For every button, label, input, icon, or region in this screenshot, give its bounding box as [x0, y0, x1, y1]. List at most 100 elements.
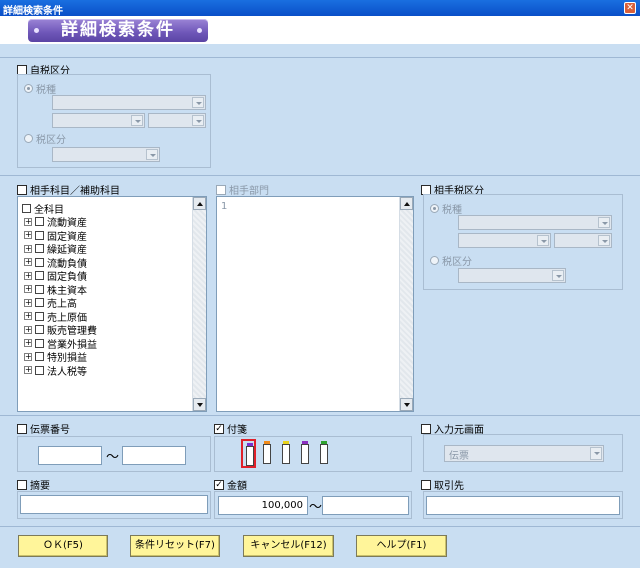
voucher-from-input[interactable]	[38, 446, 102, 465]
tree-checkbox[interactable]	[35, 311, 44, 321]
partner-tax-sub-select[interactable]	[554, 233, 612, 248]
radio-tax-class[interactable]: 税区分	[24, 131, 66, 146]
input-screen-panel: 伝票	[423, 434, 623, 472]
radio-button[interactable]	[24, 84, 33, 93]
tax-class-select[interactable]	[52, 147, 160, 162]
expand-plus-icon[interactable]: +	[24, 271, 32, 280]
partner-tax-rate-select[interactable]	[458, 233, 551, 248]
fusen-color-button[interactable]	[260, 439, 275, 468]
tax-rate-select[interactable]	[52, 113, 145, 128]
chevron-down-icon[interactable]	[192, 115, 204, 126]
checkbox-box[interactable]	[17, 423, 27, 434]
dept-checkbox[interactable]: 相手部門	[216, 182, 269, 197]
expand-plus-icon[interactable]: +	[24, 244, 32, 253]
tree-checkbox[interactable]	[35, 217, 44, 226]
radio-partner-tax-class[interactable]: 税区分	[430, 253, 472, 268]
tree-checkbox[interactable]	[35, 244, 44, 253]
fusen-color-button[interactable]	[298, 439, 313, 468]
tree-checkbox[interactable]	[35, 365, 44, 375]
expand-plus-icon[interactable]: +	[24, 231, 32, 239]
partner-tax-class-select[interactable]	[458, 268, 566, 283]
expand-plus-icon[interactable]: +	[24, 258, 32, 266]
amount-checkbox[interactable]: 金額	[214, 477, 247, 492]
checkbox-box[interactable]	[17, 64, 27, 75]
tree-checkbox[interactable]	[35, 325, 44, 334]
account-tree[interactable]: 全科目 + 流動資産 + 固定資産 + 繰延資産 + 流動負債 + 固定負債 + 株主資本 + 売上高 + 売…	[17, 196, 207, 412]
expand-plus-icon[interactable]: +	[24, 217, 32, 226]
tree-checkbox[interactable]	[35, 271, 44, 280]
radio-tax-type[interactable]: 税種	[24, 81, 56, 96]
reset-button[interactable]: 条件リセット(F7)	[130, 535, 220, 557]
checkbox-box[interactable]	[216, 184, 226, 195]
tree-item[interactable]: + 法人税等	[24, 363, 87, 378]
radio-button[interactable]	[430, 204, 439, 213]
expand-plus-icon[interactable]: +	[24, 325, 32, 334]
tree-checkbox[interactable]	[35, 338, 44, 348]
scroll-up-button[interactable]	[193, 197, 206, 210]
chevron-down-icon[interactable]	[598, 235, 610, 246]
chevron-down-icon[interactable]	[552, 270, 564, 281]
partner-tax-type-select[interactable]	[458, 215, 612, 230]
scroll-up-button[interactable]	[400, 197, 413, 210]
tree-checkbox[interactable]	[35, 284, 44, 294]
voucher-number-label: 伝票番号	[30, 425, 70, 436]
tree-checkbox[interactable]	[35, 257, 44, 267]
dept-list-item[interactable]: 1	[221, 201, 227, 212]
client-checkbox[interactable]: 取引先	[421, 477, 464, 492]
tax-type-select[interactable]	[52, 95, 206, 110]
expand-plus-icon[interactable]: +	[24, 285, 32, 293]
expand-plus-icon[interactable]: +	[24, 312, 32, 320]
ok-button[interactable]: ＯＫ(F5)	[18, 535, 108, 557]
expand-plus-icon[interactable]: +	[24, 352, 32, 361]
account-tree-scrollbar[interactable]	[192, 197, 206, 411]
tree-checkbox[interactable]	[35, 298, 44, 307]
chevron-down-icon[interactable]	[590, 447, 602, 460]
fusen-color-button[interactable]	[317, 439, 332, 468]
client-input[interactable]	[426, 496, 620, 515]
radio-button[interactable]	[24, 134, 33, 143]
chevron-down-icon[interactable]	[146, 149, 158, 160]
tree-checkbox[interactable]	[35, 230, 44, 240]
summary-input[interactable]	[20, 495, 208, 514]
fusen-checkbox[interactable]: 付箋	[214, 421, 247, 436]
checkbox-box[interactable]	[214, 423, 224, 434]
checkbox-box[interactable]	[214, 479, 224, 490]
voucher-to-input[interactable]	[122, 446, 186, 465]
radio-partner-tax-type[interactable]: 税種	[430, 201, 462, 216]
cancel-button[interactable]: キャンセル(F12)	[243, 535, 334, 557]
chevron-down-icon[interactable]	[598, 217, 610, 228]
sticky-note-body	[301, 444, 309, 464]
chevron-down-icon[interactable]	[537, 235, 549, 246]
voucher-number-checkbox[interactable]: 伝票番号	[17, 421, 70, 436]
checkbox-box[interactable]	[421, 184, 431, 195]
tax-sub-select[interactable]	[148, 113, 206, 128]
close-button[interactable]: ✕	[624, 2, 636, 14]
chevron-down-icon[interactable]	[192, 97, 204, 108]
account-checkbox[interactable]: 相手科目／補助科目	[17, 182, 120, 197]
checkbox-box[interactable]	[421, 423, 431, 434]
summary-checkbox[interactable]: 摘要	[17, 477, 50, 492]
chevron-down-icon[interactable]	[131, 115, 143, 126]
dept-list[interactable]: 1	[216, 196, 414, 412]
sticky-note-body	[320, 444, 328, 464]
dept-list-scrollbar[interactable]	[399, 197, 413, 411]
amount-from-input[interactable]: 100,000	[218, 496, 308, 515]
checkbox-box[interactable]	[421, 479, 431, 490]
scroll-down-button[interactable]	[193, 398, 206, 411]
scroll-down-button[interactable]	[400, 398, 413, 411]
fusen-color-button[interactable]	[279, 439, 294, 468]
input-screen-select[interactable]: 伝票	[444, 445, 604, 462]
tree-checkbox[interactable]	[35, 352, 44, 361]
checkbox-box[interactable]	[17, 184, 27, 195]
sticky-note-body	[246, 446, 254, 466]
checkbox-box[interactable]	[17, 479, 27, 490]
expand-plus-icon[interactable]: +	[24, 298, 32, 307]
amount-to-input[interactable]	[322, 496, 409, 515]
expand-plus-icon[interactable]: +	[24, 339, 32, 347]
divider	[0, 175, 640, 176]
help-button[interactable]: ヘルプ(F1)	[356, 535, 447, 557]
expand-plus-icon[interactable]: +	[24, 366, 32, 374]
radio-button[interactable]	[430, 256, 439, 265]
fusen-color-button[interactable]	[241, 439, 256, 468]
tree-checkbox[interactable]	[22, 204, 31, 213]
